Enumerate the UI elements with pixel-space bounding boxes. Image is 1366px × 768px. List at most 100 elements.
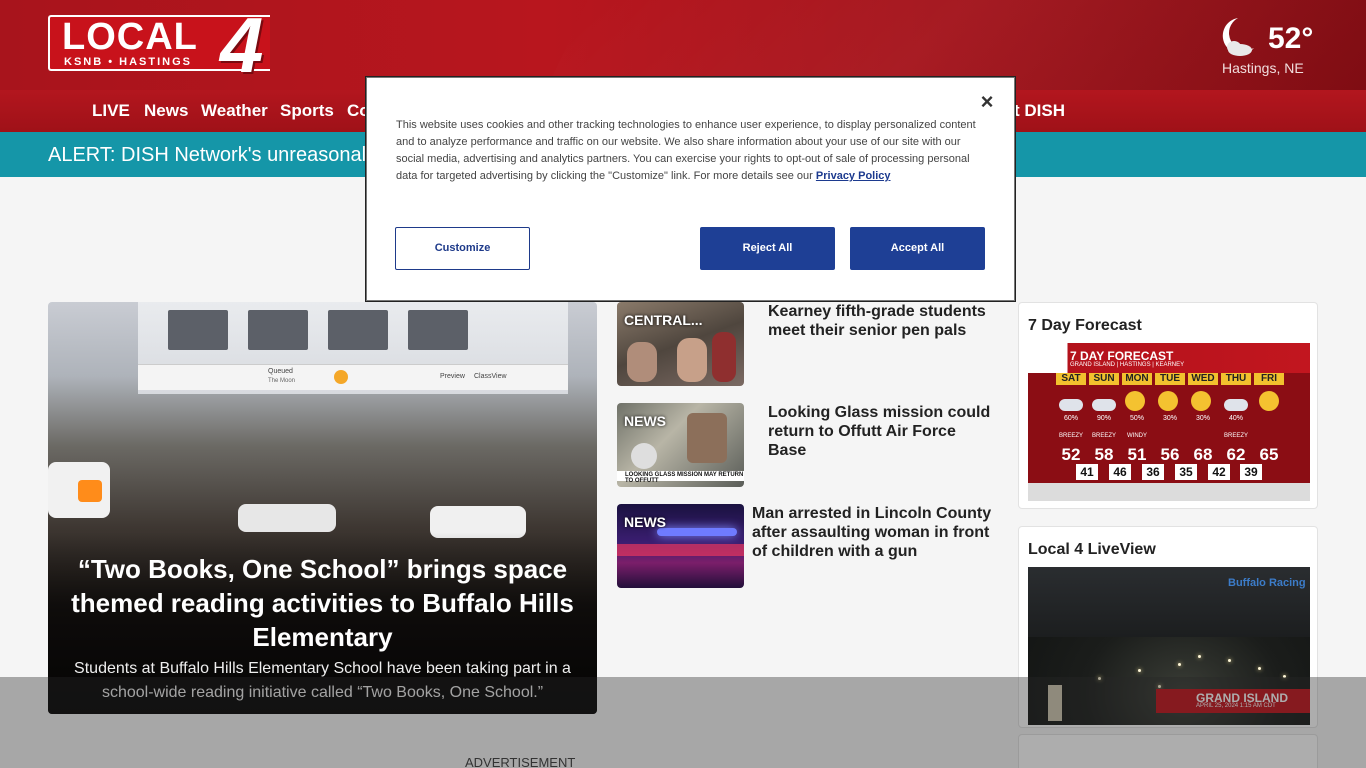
forecast-day: FRI <box>1254 373 1284 385</box>
logo-number: 4 <box>220 1 264 89</box>
story-title-text[interactable]: Looking Glass mission could return to Of… <box>768 404 990 459</box>
forecast-precip: 60% <box>1063 415 1078 422</box>
forecast-note: WINDY <box>1127 433 1147 439</box>
forecast-high: 52 <box>1061 445 1081 464</box>
site-logo[interactable]: LOCAL KSNB • HASTINGS 4 <box>48 6 308 84</box>
forecast-day: SAT <box>1056 373 1086 385</box>
current-temperature: 52° <box>1268 22 1314 55</box>
close-icon[interactable]: × <box>975 90 999 114</box>
weather-widget[interactable]: 52° Hastings, NE <box>1212 10 1322 80</box>
forecast-card[interactable]: 7 Day Forecast 7 DAY FORECAST GRAND ISLA… <box>1018 302 1318 509</box>
storm-cloud-icon <box>1092 399 1116 411</box>
forecast-precip: 30% <box>1162 415 1177 422</box>
forecast-low: 36 <box>1142 464 1164 480</box>
bottom-overlay <box>0 677 1366 768</box>
vr-headset-image <box>238 504 336 532</box>
photo-dial <box>631 443 657 469</box>
photo-equipment <box>687 413 727 463</box>
alert-text[interactable]: ALERT: DISH Network's unreasonal <box>48 144 366 167</box>
screen-thumb <box>168 310 228 350</box>
forecast-day: SUN <box>1089 373 1119 385</box>
forecast-high: 68 <box>1193 445 1213 464</box>
forecast-title[interactable]: 7 Day Forecast <box>1028 317 1142 335</box>
liveview-title[interactable]: Local 4 LiveView <box>1028 541 1156 559</box>
police-light-red <box>617 544 744 556</box>
story-tag: NEWS <box>624 413 666 429</box>
screen-queued-label: Queued <box>268 368 293 375</box>
forecast-low: 41 <box>1076 464 1098 480</box>
story-item[interactable]: LOOKING GLASS MISSION MAY RETURN TO OFFU… <box>617 403 997 489</box>
screen-classview-label: ClassView <box>474 373 507 380</box>
screen-thumb <box>408 310 468 350</box>
forecast-footer-strip <box>1028 483 1310 501</box>
photo-figure <box>627 342 657 382</box>
forecast-low: 39 <box>1240 464 1262 480</box>
logo-text: LOCAL <box>62 16 198 58</box>
nav-item-news[interactable]: News <box>144 101 188 121</box>
forecast-low: 35 <box>1175 464 1197 480</box>
city-light <box>1228 659 1231 662</box>
forecast-graphic[interactable]: 7 DAY FORECAST GRAND ISLAND | HASTINGS |… <box>1028 343 1310 501</box>
hero-story[interactable]: Queued The Moon Preview ClassView “Two B… <box>48 302 597 714</box>
forecast-high: 51 <box>1127 445 1147 464</box>
advertisement-label: ADVERTISEMENT <box>465 755 576 768</box>
cookie-text: This website uses cookies and other trac… <box>396 117 986 185</box>
photo-figure <box>677 338 707 382</box>
forecast-subheading: GRAND ISLAND | HASTINGS | KEARNEY <box>1070 362 1185 368</box>
sun-cloud-icon <box>1125 391 1145 411</box>
nav-item-sports[interactable]: Sports <box>280 101 334 121</box>
story-thumbnail[interactable]: LOOKING GLASS MISSION MAY RETURN TO OFFU… <box>617 403 744 487</box>
forecast-precip: 30% <box>1195 415 1210 422</box>
nav-item-weather[interactable]: Weather <box>201 101 268 121</box>
story-title[interactable]: Man arrested in Lincoln County after ass… <box>752 504 997 561</box>
nav-item-live[interactable]: LIVE <box>92 101 130 121</box>
forecast-day: TUE <box>1155 373 1185 385</box>
story-item[interactable]: CENTRAL... Kearney fifth-grade students … <box>617 302 997 388</box>
forecast-day: MON <box>1122 373 1152 385</box>
screen-thumb <box>328 310 388 350</box>
city-light <box>1258 667 1261 670</box>
hero-title[interactable]: “Two Books, One School” brings space the… <box>68 552 577 654</box>
city-light <box>1198 655 1201 658</box>
cookie-consent-dialog: × This website uses cookies and other tr… <box>366 77 1015 301</box>
story-thumbnail[interactable]: NEWS <box>617 504 744 588</box>
story-title-text[interactable]: Kearney fifth-grade students meet their … <box>768 303 986 339</box>
sun-icon <box>1259 391 1279 411</box>
storm-cloud-icon <box>1224 399 1248 411</box>
reject-all-button[interactable]: Reject All <box>700 227 835 270</box>
forecast-high: 62 <box>1226 445 1246 464</box>
city-light <box>1178 663 1181 666</box>
story-thumbnail[interactable]: CENTRAL... <box>617 302 744 386</box>
story-title[interactable]: Looking Glass mission could return to Of… <box>752 403 997 460</box>
nav-item-dish[interactable]: t DISH <box>1014 101 1065 121</box>
forecast-day: WED <box>1188 373 1218 385</box>
forecast-low: 42 <box>1208 464 1230 480</box>
sun-cloud-icon <box>1191 391 1211 411</box>
screen-preview-label: Preview <box>440 373 465 380</box>
hero-screen-toolbar: Queued The Moon Preview ClassView <box>138 364 568 390</box>
police-light <box>657 528 737 536</box>
storm-cloud-icon <box>1059 399 1083 411</box>
sun-cloud-icon <box>1158 391 1178 411</box>
story-item[interactable]: NEWS Man arrested in Lincoln County afte… <box>617 504 997 590</box>
story-title[interactable]: Kearney fifth-grade students meet their … <box>752 302 997 340</box>
forecast-low: 46 <box>1109 464 1131 480</box>
screen-thumb <box>248 310 308 350</box>
forecast-heading: 7 DAY FORECAST <box>1070 349 1174 363</box>
photo-caption-bar: LOOKING GLASS MISSION MAY RETURN TO OFFU… <box>617 471 744 484</box>
camera-watermark: Buffalo Racing <box>1228 577 1306 589</box>
forecast-high: 58 <box>1094 445 1114 464</box>
forecast-day: THU <box>1221 373 1251 385</box>
forecast-high: 56 <box>1160 445 1180 464</box>
forecast-high: 65 <box>1259 445 1279 464</box>
logo-subtitle: KSNB • HASTINGS <box>64 56 192 68</box>
city-light <box>1138 669 1141 672</box>
story-tag: CENTRAL... <box>624 312 703 328</box>
forecast-precip: 90% <box>1096 415 1111 422</box>
privacy-policy-link[interactable]: Privacy Policy <box>816 170 891 182</box>
story-tag: NEWS <box>624 514 666 530</box>
moon-cloud-icon <box>1222 18 1254 56</box>
accept-all-button[interactable]: Accept All <box>850 227 985 270</box>
play-icon <box>334 370 348 384</box>
customize-button[interactable]: Customize <box>395 227 530 270</box>
